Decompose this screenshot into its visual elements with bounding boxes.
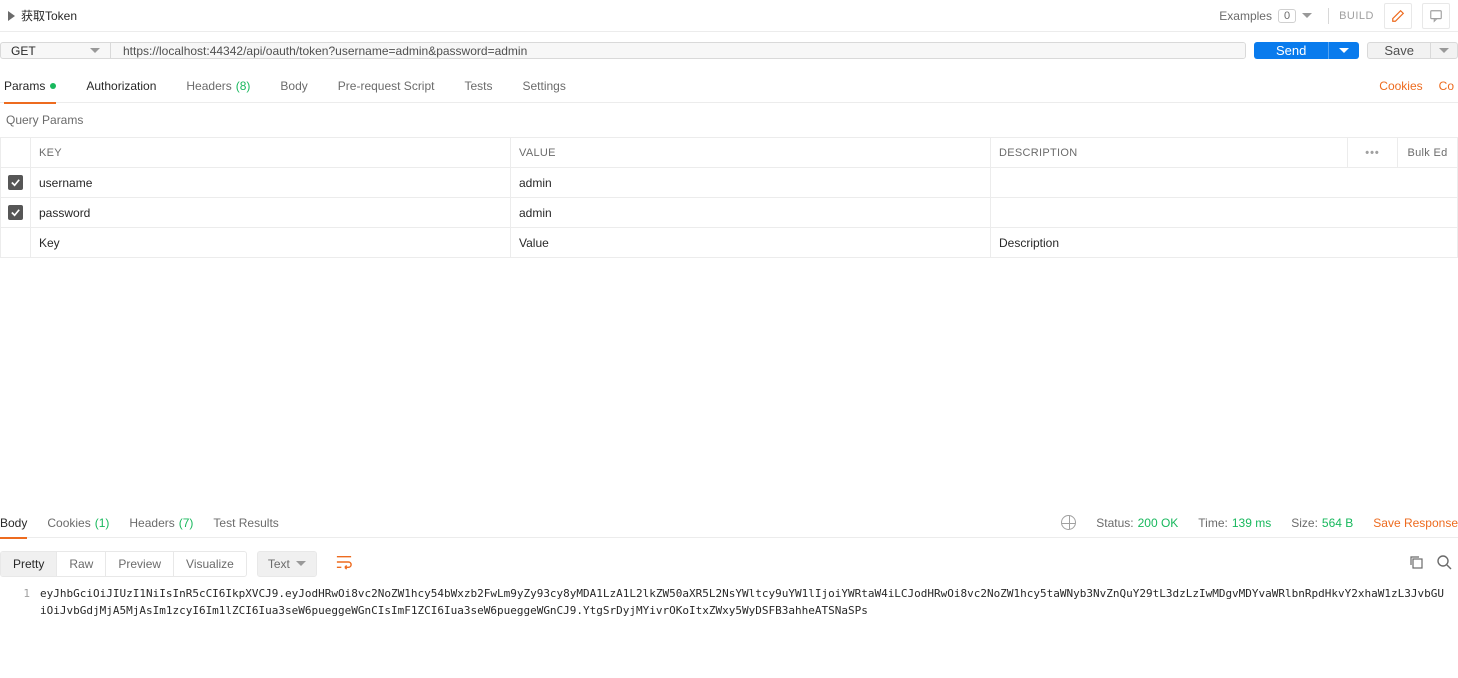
more-dots-icon: ••• (1365, 147, 1380, 159)
table-row: password admin (1, 198, 1458, 228)
resp-tab-cookies[interactable]: Cookies (1) (47, 508, 109, 538)
code-link[interactable]: Co (1439, 79, 1454, 93)
comment-button[interactable] (1422, 3, 1450, 29)
wrap-lines-button[interactable] (329, 550, 359, 577)
body-view-bar: Pretty Raw Preview Visualize Text (0, 538, 1458, 585)
chevron-down-icon (90, 48, 100, 53)
tab-prerequest[interactable]: Pre-request Script (338, 69, 435, 103)
resp-tab-test-results[interactable]: Test Results (213, 508, 278, 538)
copy-icon (1408, 554, 1424, 570)
row-checkbox[interactable] (1, 168, 31, 198)
new-key-input[interactable]: Key (31, 228, 511, 258)
chevron-down-icon (1339, 48, 1349, 53)
build-label[interactable]: BUILD (1339, 10, 1374, 22)
column-key: KEY (31, 138, 511, 168)
table-row-new: Key Value Description (1, 228, 1458, 258)
method-url-group: GET https://localhost:44342/api/oauth/to… (0, 42, 1246, 59)
tab-settings[interactable]: Settings (523, 69, 566, 103)
tab-authorization[interactable]: Authorization (86, 69, 156, 103)
view-tab-preview[interactable]: Preview (106, 552, 174, 576)
response-body-view[interactable]: 1 eyJhbGciOiJIUzI1NiIsInR5cCI6IkpXVCJ9.e… (0, 585, 1458, 619)
tab-headers[interactable]: Headers (8) (186, 69, 250, 103)
table-row: username admin (1, 168, 1458, 198)
format-select[interactable]: Text (257, 551, 317, 577)
send-button-group: Send (1254, 42, 1359, 59)
method-value: GET (11, 44, 36, 58)
examples-count-badge: 0 (1278, 9, 1296, 23)
resp-tab-headers[interactable]: Headers (7) (129, 508, 193, 538)
request-tabs: Params Authorization Headers (8) Body Pr… (0, 69, 1458, 103)
examples-dropdown[interactable]: Examples 0 (1213, 5, 1318, 27)
param-value-cell[interactable]: admin (511, 198, 991, 228)
empty-area (0, 258, 1458, 508)
tab-body[interactable]: Body (280, 69, 307, 103)
line-number: 1 (0, 585, 40, 619)
column-more-actions[interactable]: ••• (1348, 138, 1398, 168)
examples-label: Examples (1219, 9, 1272, 23)
param-key-cell[interactable]: password (31, 198, 511, 228)
param-value-cell[interactable]: admin (511, 168, 991, 198)
pencil-icon (1391, 9, 1405, 23)
new-value-input[interactable]: Value (511, 228, 991, 258)
bulk-edit-link[interactable]: Bulk Ed (1398, 138, 1458, 168)
url-input[interactable]: https://localhost:44342/api/oauth/token?… (111, 43, 1245, 58)
search-button[interactable] (1430, 554, 1458, 573)
response-tabs: Body Cookies (1) Headers (7) Test Result… (0, 508, 1458, 538)
wrap-icon (335, 554, 353, 570)
column-value: VALUE (511, 138, 991, 168)
status-indicator[interactable]: Status: 200 OK (1096, 516, 1178, 530)
new-description-input[interactable]: Description (991, 228, 1458, 258)
url-value: https://localhost:44342/api/oauth/token?… (123, 44, 527, 58)
save-response-link[interactable]: Save Response (1373, 516, 1458, 530)
save-button[interactable]: Save (1368, 43, 1430, 58)
view-tab-pretty[interactable]: Pretty (1, 552, 57, 576)
tab-tests[interactable]: Tests (464, 69, 492, 103)
checkbox-checked-icon (8, 205, 23, 220)
globe-icon[interactable] (1061, 515, 1076, 530)
send-button[interactable]: Send (1254, 42, 1328, 59)
row-checkbox-empty[interactable] (1, 228, 31, 258)
param-description-cell[interactable] (991, 168, 1458, 198)
column-description: DESCRIPTION (991, 138, 1348, 168)
send-dropdown[interactable] (1328, 42, 1359, 59)
save-button-group: Save (1367, 42, 1458, 59)
row-checkbox[interactable] (1, 198, 31, 228)
param-description-cell[interactable] (991, 198, 1458, 228)
cookies-link[interactable]: Cookies (1379, 79, 1422, 93)
divider (1328, 8, 1329, 24)
http-method-select[interactable]: GET (1, 43, 111, 58)
body-view-tabs: Pretty Raw Preview Visualize (0, 551, 247, 577)
edit-button[interactable] (1384, 3, 1412, 29)
active-dot-icon (50, 83, 56, 89)
response-body-text[interactable]: eyJhbGciOiJIUzI1NiIsInR5cCI6IkpXVCJ9.eyJ… (40, 585, 1458, 619)
request-action-bar: GET https://localhost:44342/api/oauth/to… (0, 32, 1458, 69)
request-name[interactable]: 获取Token (21, 7, 77, 24)
param-key-cell[interactable]: username (31, 168, 511, 198)
chevron-down-icon (1302, 13, 1312, 18)
view-tab-raw[interactable]: Raw (57, 552, 106, 576)
query-params-heading: Query Params (0, 103, 1458, 137)
request-header-bar: 获取Token Examples 0 BUILD (0, 0, 1458, 32)
expand-icon[interactable] (8, 11, 15, 21)
tab-params[interactable]: Params (4, 69, 56, 103)
chevron-down-icon (1439, 48, 1449, 53)
search-icon (1436, 554, 1452, 570)
column-select-all[interactable] (1, 138, 31, 168)
comment-icon (1429, 9, 1443, 23)
chevron-down-icon (296, 561, 306, 566)
time-indicator[interactable]: Time: 139 ms (1198, 516, 1271, 530)
query-params-table: KEY VALUE DESCRIPTION ••• Bulk Ed userna… (0, 137, 1458, 258)
view-tab-visualize[interactable]: Visualize (174, 552, 246, 576)
copy-button[interactable] (1402, 554, 1430, 573)
checkbox-checked-icon (8, 175, 23, 190)
resp-tab-body[interactable]: Body (0, 508, 27, 538)
size-indicator[interactable]: Size: 564 B (1291, 516, 1353, 530)
save-dropdown[interactable] (1430, 43, 1457, 58)
